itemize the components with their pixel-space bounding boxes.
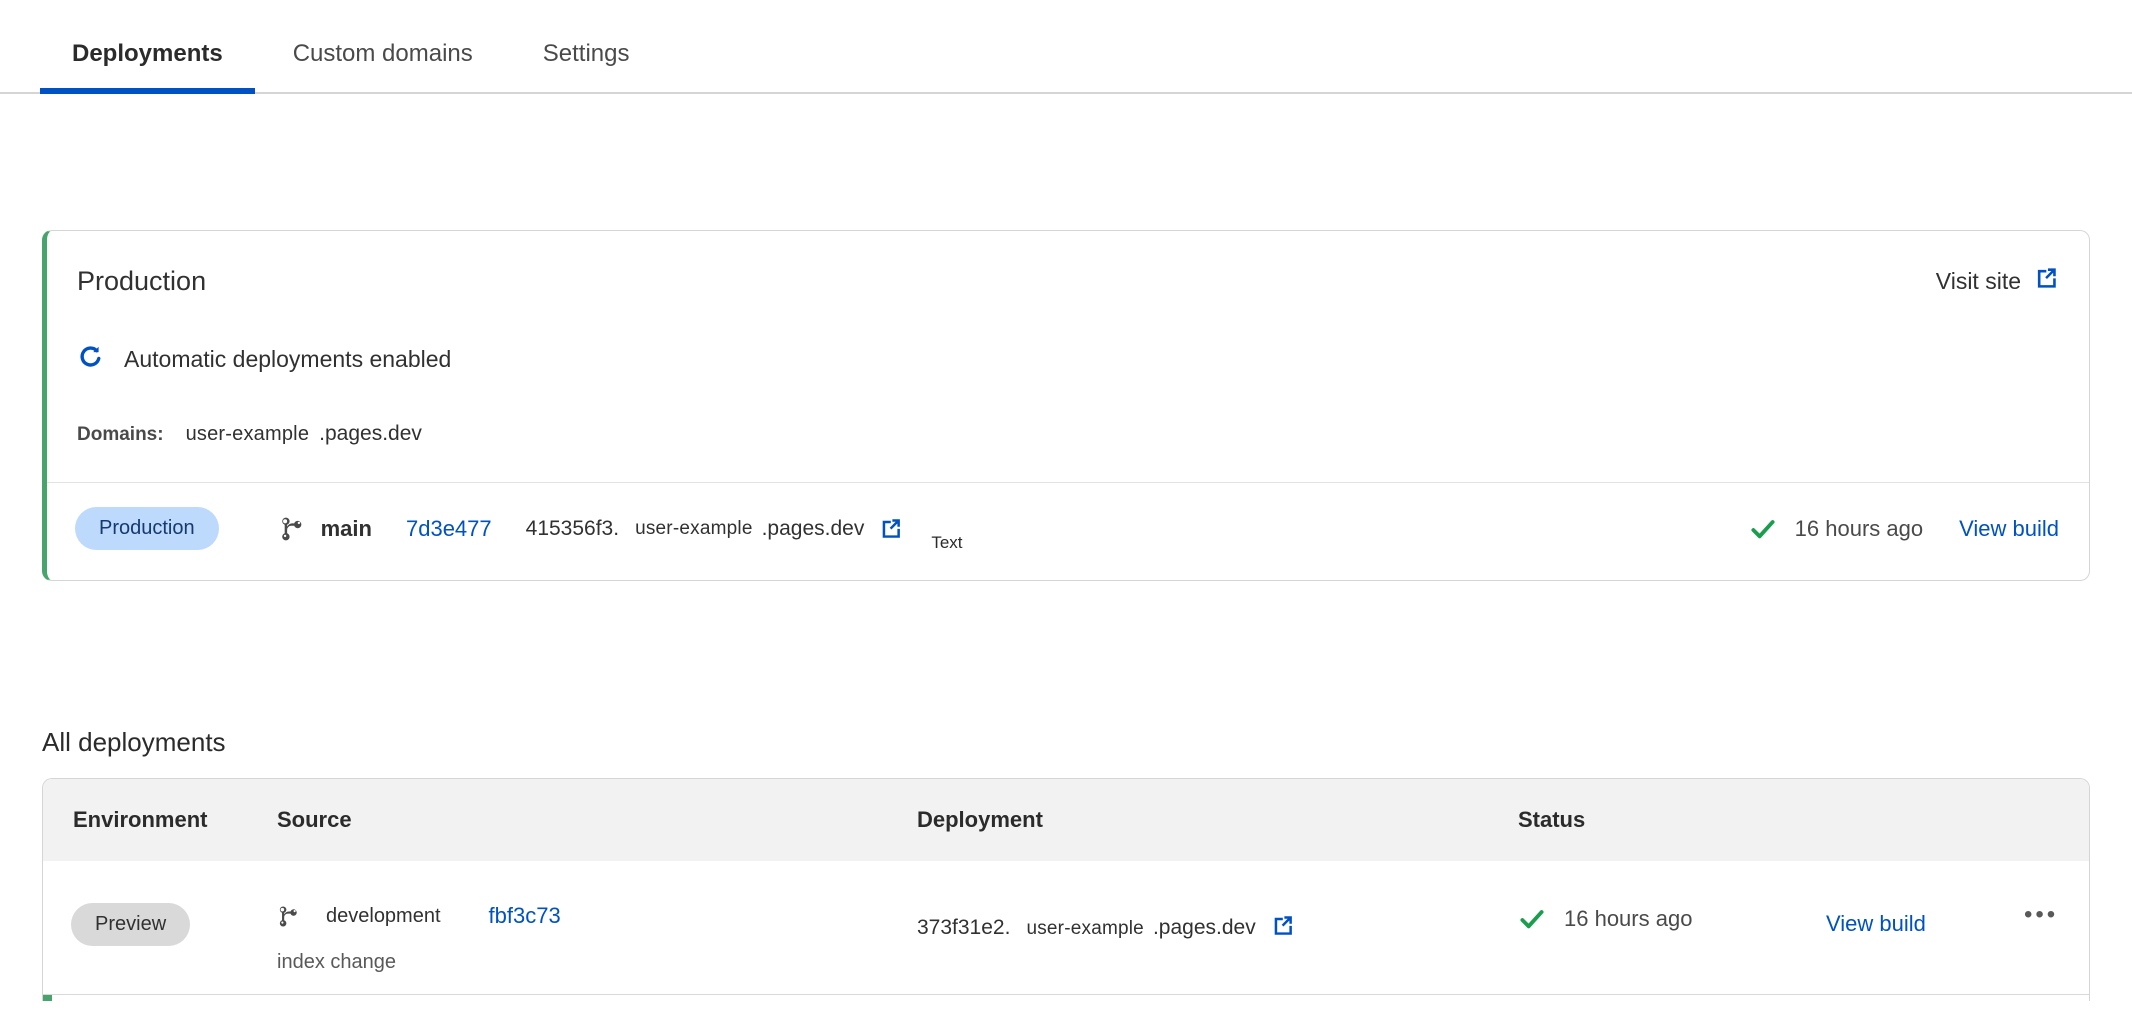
success-check-icon	[1749, 515, 1777, 543]
branch-name: main	[321, 516, 372, 542]
row-menu-button[interactable]: •••	[2024, 897, 2058, 932]
column-header-environment: Environment	[43, 807, 277, 833]
branch-name: development	[326, 905, 441, 928]
external-link-icon[interactable]	[1270, 909, 1295, 934]
refresh-icon	[77, 343, 104, 376]
all-deployments-table: Environment Source Deployment Status Pre…	[42, 778, 2090, 1001]
visit-site-label: Visit site	[1936, 268, 2021, 295]
deployment-id: 373f31e2.	[917, 916, 1010, 940]
domain-suffix: .pages.dev	[319, 422, 422, 446]
deployment-id: 415356f3.	[526, 517, 619, 541]
view-build-link[interactable]: View build	[1959, 516, 2059, 542]
all-deployments-heading: All deployments	[42, 727, 2132, 758]
tab-bar: Deployments Custom domains Settings	[0, 0, 2132, 94]
external-link-icon[interactable]	[878, 516, 903, 541]
environment-badge: Production	[75, 507, 219, 550]
git-branch-icon	[279, 516, 305, 542]
git-branch-icon	[277, 905, 300, 928]
status-time: 16 hours ago	[1564, 906, 1692, 932]
table-row: Preview development fbf3c73 index change…	[43, 861, 2089, 995]
column-header-source: Source	[277, 807, 917, 833]
domains-row: Domains: user-example .pages.dev	[77, 422, 2059, 446]
text-annotation: Text	[931, 533, 962, 553]
visit-site-link[interactable]: Visit site	[1936, 265, 2059, 297]
commit-message: index change	[277, 951, 917, 974]
tab-deployments[interactable]: Deployments	[40, 40, 255, 92]
environment-badge: Preview	[71, 903, 190, 946]
commit-link[interactable]: fbf3c73	[489, 903, 561, 929]
deployment-domain-suffix: .pages.dev	[762, 517, 865, 541]
status-time: 16 hours ago	[1795, 516, 1923, 542]
column-header-deployment: Deployment	[917, 807, 1518, 833]
deployment-domain: user-example	[1026, 918, 1144, 940]
deployment-domain: user-example	[635, 518, 753, 540]
next-row-accent	[43, 995, 52, 1001]
auto-deploy-status: Automatic deployments enabled	[77, 343, 2059, 376]
table-header-row: Environment Source Deployment Status	[43, 779, 2089, 861]
deployment-domain-suffix: .pages.dev	[1153, 916, 1256, 940]
success-check-icon	[1518, 905, 1546, 933]
domains-label: Domains:	[77, 424, 164, 446]
domain-name: user-example	[186, 423, 310, 446]
production-card: Production Visit site Automatic deployme…	[42, 230, 2090, 581]
tab-custom-domains[interactable]: Custom domains	[261, 40, 505, 92]
view-build-link[interactable]: View build	[1826, 911, 1926, 936]
auto-deploy-text: Automatic deployments enabled	[124, 346, 451, 373]
commit-link[interactable]: 7d3e477	[406, 516, 492, 542]
production-card-title: Production	[77, 266, 206, 297]
tab-settings[interactable]: Settings	[511, 40, 662, 92]
column-header-status: Status	[1518, 807, 1826, 833]
production-deployment-row: Production main 7d3e477 415356f3. user-e…	[47, 483, 2089, 580]
external-link-icon	[2033, 265, 2059, 297]
